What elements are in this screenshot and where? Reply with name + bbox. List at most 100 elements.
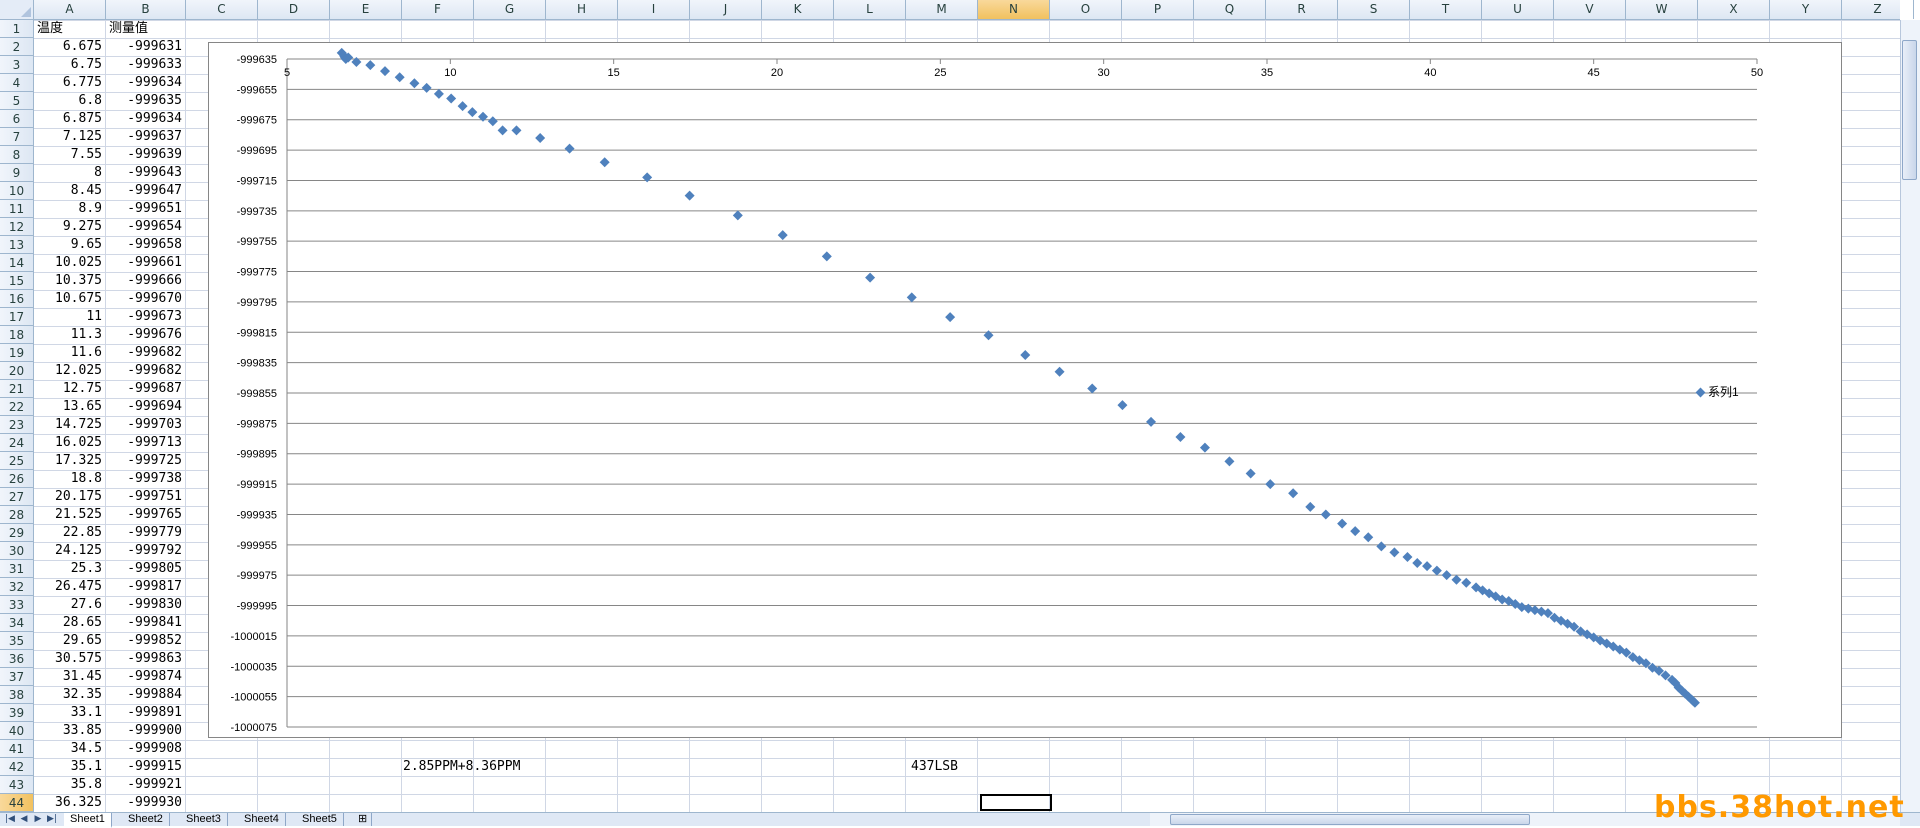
cell-measurement[interactable]: -999779 — [106, 524, 186, 542]
row-header-4[interactable]: 4 — [0, 74, 33, 92]
row-header-30[interactable]: 30 — [0, 542, 33, 560]
cell-temperature[interactable]: 21.525 — [34, 506, 106, 524]
cell-temperature[interactable]: 22.85 — [34, 524, 106, 542]
cell-measurement[interactable]: -999670 — [106, 290, 186, 308]
cell-temperature[interactable]: 13.65 — [34, 398, 106, 416]
sheet-tab-4[interactable]: Sheet4 — [238, 813, 286, 826]
cell-temperature[interactable]: 33.85 — [34, 722, 106, 740]
cell-temperature[interactable]: 6.875 — [34, 110, 106, 128]
cell-measurement[interactable]: -999921 — [106, 776, 186, 794]
cell-temperature[interactable]: 14.725 — [34, 416, 106, 434]
column-header-f[interactable]: F — [402, 0, 474, 19]
cell-measurement[interactable]: -999852 — [106, 632, 186, 650]
cell-measurement[interactable]: -999817 — [106, 578, 186, 596]
cell-f42[interactable]: 2.85PPM+8.36PPM — [400, 758, 603, 776]
cell-measurement[interactable]: -999654 — [106, 218, 186, 236]
cell-temperature[interactable]: 25.3 — [34, 560, 106, 578]
column-header-b[interactable]: B — [106, 0, 186, 19]
cell-temperature[interactable]: 12.75 — [34, 380, 106, 398]
cell-temperature[interactable]: 18.8 — [34, 470, 106, 488]
cell-measurement[interactable]: -999651 — [106, 200, 186, 218]
cell-b1[interactable]: 测量值 — [106, 20, 189, 38]
cell-measurement[interactable]: -999792 — [106, 542, 186, 560]
cell-temperature[interactable]: 17.325 — [34, 452, 106, 470]
row-header-33[interactable]: 33 — [0, 596, 33, 614]
row-header-2[interactable]: 2 — [0, 38, 33, 56]
cell-temperature[interactable]: 24.125 — [34, 542, 106, 560]
column-header-a[interactable]: A — [34, 0, 106, 19]
column-header-r[interactable]: R — [1266, 0, 1338, 19]
insert-sheet-icon[interactable]: ⊞ — [354, 813, 373, 826]
row-header-6[interactable]: 6 — [0, 110, 33, 128]
row-header-28[interactable]: 28 — [0, 506, 33, 524]
column-header-i[interactable]: I — [618, 0, 690, 19]
column-header-w[interactable]: W — [1626, 0, 1698, 19]
cell-temperature[interactable]: 9.275 — [34, 218, 106, 236]
row-header-34[interactable]: 34 — [0, 614, 33, 632]
row-header-24[interactable]: 24 — [0, 434, 33, 452]
sheet-tab-3[interactable]: Sheet3 — [180, 813, 228, 826]
cell-measurement[interactable]: -999643 — [106, 164, 186, 182]
row-header-8[interactable]: 8 — [0, 146, 33, 164]
column-header-j[interactable]: J — [690, 0, 762, 19]
column-header-n[interactable]: N — [978, 0, 1050, 19]
cell-measurement[interactable]: -999694 — [106, 398, 186, 416]
prev-sheet-nav-icon[interactable]: ◀ — [18, 813, 30, 826]
cell-measurement[interactable]: -999703 — [106, 416, 186, 434]
row-header-26[interactable]: 26 — [0, 470, 33, 488]
cell-temperature[interactable]: 12.025 — [34, 362, 106, 380]
cell-measurement[interactable]: -999751 — [106, 488, 186, 506]
cell-measurement[interactable]: -999725 — [106, 452, 186, 470]
cell-temperature[interactable]: 34.5 — [34, 740, 106, 758]
cell-temperature[interactable]: 10.025 — [34, 254, 106, 272]
column-header-v[interactable]: V — [1554, 0, 1626, 19]
cell-measurement[interactable]: -999863 — [106, 650, 186, 668]
cell-measurement[interactable]: -999635 — [106, 92, 186, 110]
row-header-5[interactable]: 5 — [0, 92, 33, 110]
cell-measurement[interactable]: -999647 — [106, 182, 186, 200]
scatter-chart[interactable]: -999635 -999655 -999675 -999695 -999715 -9997… — [208, 42, 1842, 738]
row-header-13[interactable]: 13 — [0, 236, 33, 254]
column-header-q[interactable]: Q — [1194, 0, 1266, 19]
first-sheet-nav-icon[interactable]: |◀ — [4, 813, 16, 826]
cell-temperature[interactable]: 36.325 — [34, 794, 106, 812]
last-sheet-nav-icon[interactable]: ▶| — [46, 813, 58, 826]
column-header-g[interactable]: G — [474, 0, 546, 19]
cell-measurement[interactable]: -999682 — [106, 362, 186, 380]
cell-temperature[interactable]: 7.55 — [34, 146, 106, 164]
row-header-43[interactable]: 43 — [0, 776, 33, 794]
row-header-41[interactable]: 41 — [0, 740, 33, 758]
cell-measurement[interactable]: -999639 — [106, 146, 186, 164]
cell-measurement[interactable]: -999661 — [106, 254, 186, 272]
row-header-29[interactable]: 29 — [0, 524, 33, 542]
cell-temperature[interactable]: 26.475 — [34, 578, 106, 596]
cell-measurement[interactable]: -999666 — [106, 272, 186, 290]
cell-measurement[interactable]: -999915 — [106, 758, 186, 776]
cell-measurement[interactable]: -999673 — [106, 308, 186, 326]
row-header-14[interactable]: 14 — [0, 254, 33, 272]
column-header-m[interactable]: M — [906, 0, 978, 19]
cell-measurement[interactable]: -999874 — [106, 668, 186, 686]
cell-temperature[interactable]: 28.65 — [34, 614, 106, 632]
cell-temperature[interactable]: 6.775 — [34, 74, 106, 92]
vertical-scroll-thumb[interactable] — [1902, 40, 1917, 180]
row-header-39[interactable]: 39 — [0, 704, 33, 722]
cell-temperature[interactable]: 8.9 — [34, 200, 106, 218]
cell-measurement[interactable]: -999637 — [106, 128, 186, 146]
next-sheet-nav-icon[interactable]: ▶ — [32, 813, 44, 826]
cell-measurement[interactable]: -999634 — [106, 74, 186, 92]
row-header-20[interactable]: 20 — [0, 362, 33, 380]
cell-measurement[interactable]: -999841 — [106, 614, 186, 632]
row-header-16[interactable]: 16 — [0, 290, 33, 308]
column-header-s[interactable]: S — [1338, 0, 1410, 19]
cell-measurement[interactable]: -999687 — [106, 380, 186, 398]
cell-temperature[interactable]: 9.65 — [34, 236, 106, 254]
cell-temperature[interactable]: 6.8 — [34, 92, 106, 110]
cell-measurement[interactable]: -999908 — [106, 740, 186, 758]
select-all-corner[interactable] — [0, 0, 34, 20]
row-header-38[interactable]: 38 — [0, 686, 33, 704]
column-header-h[interactable]: H — [546, 0, 618, 19]
row-header-1[interactable]: 1 — [0, 20, 33, 38]
cell-temperature[interactable]: 29.65 — [34, 632, 106, 650]
cell-temperature[interactable]: 32.35 — [34, 686, 106, 704]
